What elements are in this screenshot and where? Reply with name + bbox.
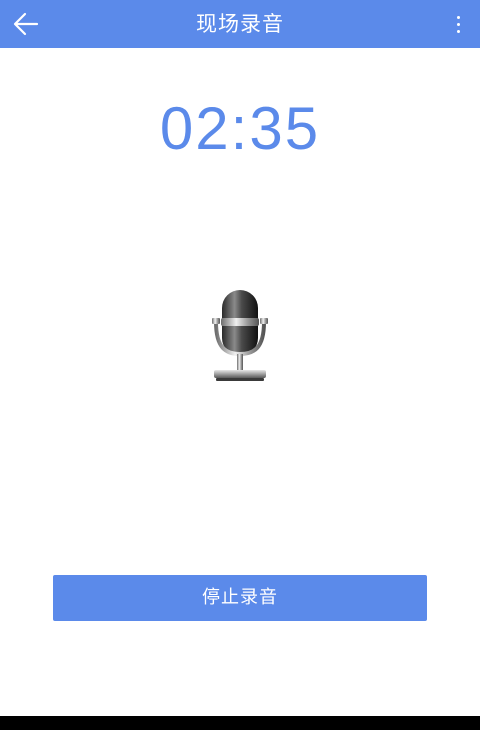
more-options-button[interactable] xyxy=(448,8,468,40)
system-nav-bar xyxy=(0,716,480,730)
app-bar: 现场录音 xyxy=(0,0,480,48)
stop-recording-button[interactable]: 停止录音 xyxy=(53,575,427,621)
recording-timer: 02:35 xyxy=(159,95,321,162)
microphone-icon xyxy=(208,288,272,384)
more-vertical-icon xyxy=(456,15,460,19)
more-vertical-icon-dot xyxy=(456,29,460,33)
page-title: 现场录音 xyxy=(196,12,284,36)
more-vertical-icon-dot xyxy=(456,22,460,26)
